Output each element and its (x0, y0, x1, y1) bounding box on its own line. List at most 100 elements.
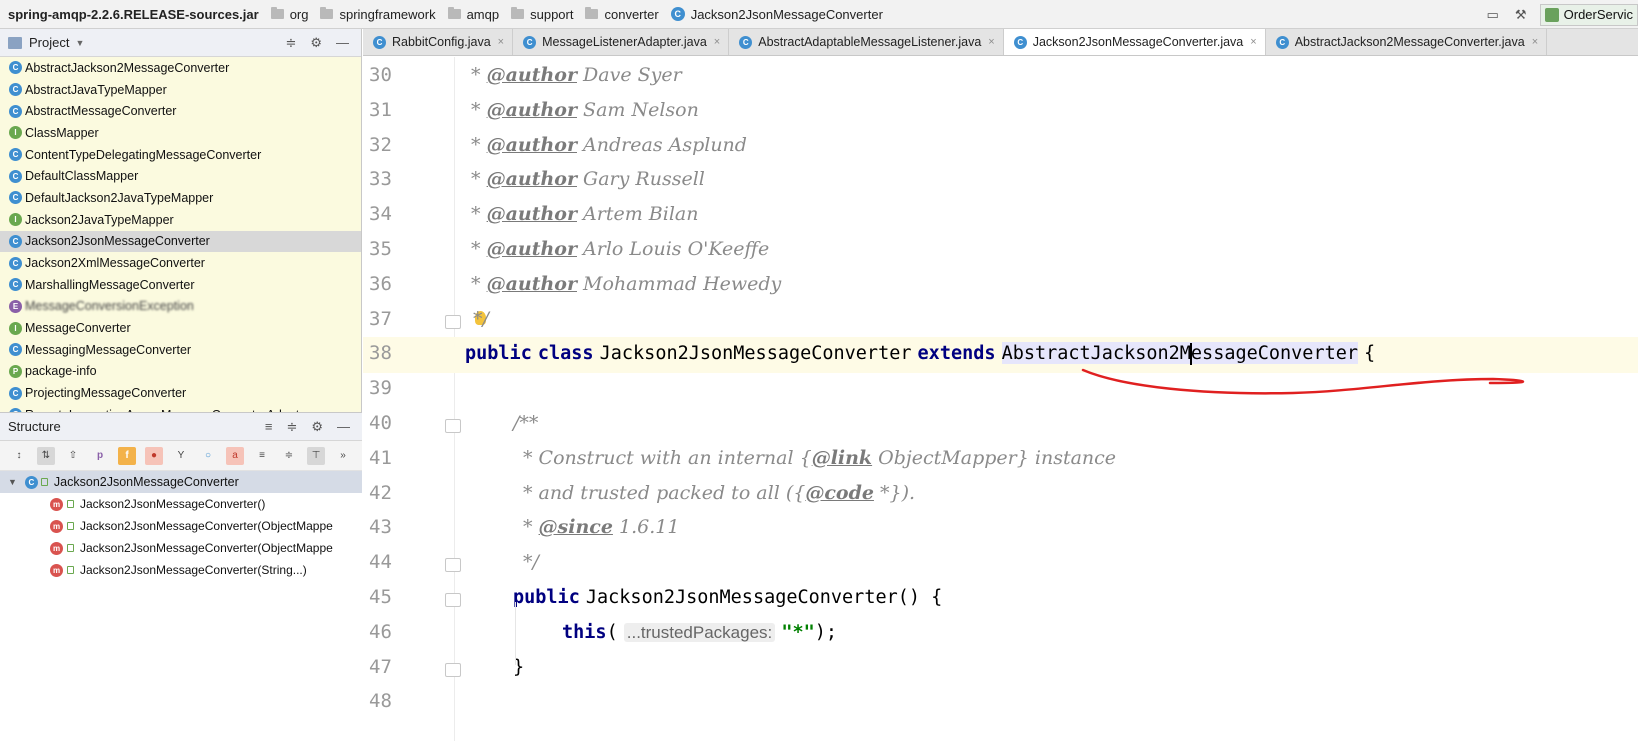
code-line[interactable]: 34 * @author Artem Bilan (363, 198, 1638, 234)
code-line[interactable]: 44 */ (363, 546, 1638, 582)
show-lambdas-icon[interactable]: Y (172, 447, 190, 465)
project-tree-item[interactable]: C MarshallingMessageConverter (0, 274, 361, 296)
line-number[interactable]: 40 (369, 412, 409, 434)
fold-marker-icon[interactable] (445, 314, 461, 329)
collapse-all-icon[interactable]: ≑ (280, 447, 298, 465)
line-number[interactable]: 41 (369, 447, 409, 469)
line-number[interactable]: 31 (369, 99, 409, 121)
code-line[interactable]: 46 this( ...trustedPackages: "*"); (363, 616, 1638, 652)
run-configuration-dropdown[interactable]: OrderServic (1539, 3, 1638, 26)
line-number[interactable]: 38 (369, 342, 409, 364)
gear-icon[interactable]: ⚙ (310, 35, 322, 51)
code-line[interactable]: 36 * @author Mohammad Hewedy (363, 268, 1638, 304)
project-tree-item[interactable]: C DefaultJackson2JavaTypeMapper (0, 187, 361, 209)
terminal-icon[interactable]: ▭ (1484, 6, 1502, 24)
code-line[interactable]: 41 * Construct with an internal {@link Ob… (363, 442, 1638, 478)
show-fields-icon[interactable]: f (118, 446, 136, 465)
line-number[interactable]: 44 (369, 551, 409, 573)
expand-arrow-icon[interactable]: ▼ (8, 477, 17, 487)
structure-member-constructor[interactable]: m Jackson2JsonMessageConverter(ObjectMapp… (0, 537, 362, 559)
more-icon[interactable]: » (334, 447, 352, 465)
code-line[interactable]: 32 * @author Andreas Asplund (363, 129, 1638, 165)
line-number[interactable]: 43 (369, 516, 409, 538)
code-line[interactable]: 31 * @author Sam Nelson (363, 94, 1638, 130)
code-editor[interactable]: 30 * @author Dave Syer 31 * @author Sam N… (363, 57, 1638, 741)
code-line[interactable]: 39 (363, 372, 1638, 408)
breadcrumb-jar[interactable]: spring-amqp-2.2.6.RELEASE-sources.jar (0, 0, 265, 28)
selected-superclass[interactable]: AbstractJackson2MessageConverter (1001, 342, 1358, 366)
expand-all-icon[interactable]: ≡ (253, 447, 271, 465)
breadcrumb-org[interactable]: org (265, 0, 315, 28)
project-tree-item[interactable]: I Jackson2JavaTypeMapper (0, 209, 361, 231)
breadcrumb-converter[interactable]: converter (579, 0, 664, 28)
breadcrumb-springframework[interactable]: springframework (314, 0, 441, 28)
collapse-all-icon[interactable]: ≑ (285, 35, 296, 51)
project-panel-title[interactable]: Project (29, 35, 69, 50)
editor-tab[interactable]: C AbstractAdaptableMessageListener.java × (729, 29, 1004, 55)
autoscroll-icon[interactable]: ⊤ (307, 446, 325, 465)
show-inherited-icon[interactable]: ⇧ (64, 447, 82, 465)
close-tab-icon[interactable]: × (1532, 36, 1538, 48)
editor-tab[interactable]: C Jackson2JsonMessageConverter.java × (1003, 29, 1266, 55)
gear-icon[interactable]: ⚙ (311, 419, 323, 435)
line-number[interactable]: 32 (369, 134, 409, 156)
structure-member-constructor[interactable]: m Jackson2JsonMessageConverter() (0, 493, 362, 515)
line-number[interactable]: 48 (369, 690, 409, 712)
project-tree-item[interactable]: C ContentTypeDelegatingMessageConverter (0, 144, 361, 166)
project-tree-item[interactable]: E MessageConversionException (0, 296, 361, 318)
hammer-build-icon[interactable]: ⚒ (1512, 6, 1530, 24)
project-tree-item[interactable]: C AbstractJavaTypeMapper (0, 79, 361, 101)
editor-tab[interactable]: C MessageListenerAdapter.java × (513, 29, 730, 55)
code-line[interactable]: 35 * @author Arlo Louis O'Keeffe (363, 233, 1638, 269)
project-tree-item[interactable]: I MessageConverter (0, 317, 361, 339)
line-number[interactable]: 39 (369, 377, 409, 399)
code-line[interactable]: 43 * @since 1.6.11 (363, 511, 1638, 547)
chevron-down-icon[interactable]: ▼ (75, 38, 84, 48)
code-line[interactable]: 45 public Jackson2JsonMessageConverter() … (363, 581, 1638, 617)
structure-member-constructor[interactable]: m Jackson2JsonMessageConverter(String...) (0, 559, 362, 581)
show-methods-icon[interactable]: a (226, 446, 244, 465)
project-tree-item[interactable]: C Jackson2JsonMessageConverter (0, 230, 361, 253)
code-line[interactable]: 37 */ (363, 303, 1638, 339)
line-number[interactable]: 46 (369, 621, 409, 643)
line-number[interactable]: 36 (369, 273, 409, 295)
project-tree-item[interactable]: C MessagingMessageConverter (0, 339, 361, 361)
breadcrumb-class[interactable]: C Jackson2JsonMessageConverter (665, 0, 889, 28)
editor-tab[interactable]: C AbstractJackson2MessageConverter.java × (1266, 29, 1548, 55)
close-tab-icon[interactable]: × (988, 36, 994, 48)
line-number[interactable]: 42 (369, 482, 409, 504)
breadcrumb-support[interactable]: support (505, 0, 579, 28)
fold-marker-icon[interactable] (445, 558, 461, 573)
close-tab-icon[interactable]: × (1250, 36, 1256, 48)
line-number[interactable]: 35 (369, 238, 409, 260)
minimize-icon[interactable]: — (336, 35, 349, 51)
minimize-icon[interactable]: — (337, 419, 350, 435)
structure-member-constructor[interactable]: m Jackson2JsonMessageConverter(ObjectMapp… (0, 515, 362, 537)
project-tree-item[interactable]: C Jackson2XmlMessageConverter (0, 252, 361, 274)
project-tree-item[interactable]: C AbstractMessageConverter (0, 100, 361, 122)
close-tab-icon[interactable]: × (498, 36, 504, 48)
breadcrumb-amqp[interactable]: amqp (442, 0, 506, 28)
line-number[interactable]: 45 (369, 586, 409, 608)
code-line[interactable]: 38 public class Jackson2JsonMessageConver… (363, 337, 1638, 374)
editor-tab[interactable]: C RabbitConfig.java × (363, 29, 514, 55)
code-line[interactable]: 48 (363, 685, 1638, 721)
structure-root-class[interactable]: ▼ C Jackson2JsonMessageConverter (0, 471, 362, 493)
line-number[interactable]: 30 (369, 64, 409, 86)
code-line[interactable]: 42 * and trusted packed to all ({@code *}… (363, 477, 1638, 513)
project-tree-item[interactable]: I ClassMapper (0, 122, 361, 144)
code-line[interactable]: 40 /** (363, 407, 1638, 443)
project-tree-item[interactable]: C AbstractJackson2MessageConverter (0, 57, 361, 79)
code-line[interactable]: 47} (363, 651, 1638, 687)
project-tree-item[interactable]: C ProjectingMessageConverter (0, 382, 361, 404)
sort-by-visibility-icon[interactable]: ↕ (10, 447, 28, 465)
project-tree-item[interactable]: C DefaultClassMapper (0, 165, 361, 187)
show-anonymous-icon[interactable]: ○ (199, 447, 217, 465)
line-number[interactable]: 37 (369, 308, 409, 330)
code-line[interactable]: 33 * @author Gary Russell (363, 163, 1638, 199)
sort-alphabetically-icon[interactable]: ⇅ (37, 446, 55, 465)
line-number[interactable]: 34 (369, 203, 409, 225)
expand-all-icon[interactable]: ≡ (265, 419, 273, 435)
show-properties-icon[interactable]: p (91, 447, 109, 465)
line-number[interactable]: 33 (369, 168, 409, 190)
